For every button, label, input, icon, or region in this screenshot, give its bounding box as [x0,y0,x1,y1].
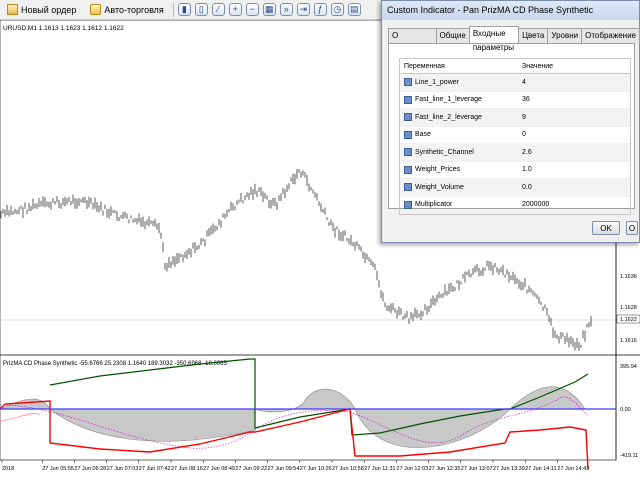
param-value[interactable]: 9 [520,114,630,121]
param-value[interactable]: 1.0 [520,166,630,173]
col-variable-header: Переменная [404,62,445,70]
parameter-icon [404,200,412,209]
param-row[interactable]: Weight_Volume 0.0 [400,179,630,197]
parameter-icon [404,165,412,174]
time-label: 27 Jun 08:49 [203,466,235,472]
param-row[interactable]: Fast_line_2_leverage 9 [400,109,630,127]
auto-trading-button[interactable]: Авто-торговля [85,1,168,19]
parameter-icon [404,95,412,104]
dialog-tabs: О программе Общие Входные параметры Цвет… [388,26,640,54]
params-header: Переменная Значение [400,59,630,74]
time-label: 27 Jun 08:16 [171,466,203,472]
time-label: 27 Jun 10:26 [300,466,332,472]
price-label-3: 1.1622 [620,317,637,323]
time-label: 27 Jun 05:55 [42,466,74,472]
price-label-4: 1.1616 [620,338,637,344]
symbol-label: URUSD,M1 1.1613 1.1623 1.1612 1.1622 [3,25,124,32]
param-value[interactable]: 4 [520,79,630,86]
chart-shift-icon[interactable]: ⇥ [296,3,310,16]
parameter-icon [404,148,412,157]
new-order-label: Новый ордер [21,4,77,15]
templates-icon[interactable]: ▤ [347,3,361,16]
line-chart-icon[interactable]: ∕ [211,3,225,16]
param-value[interactable]: 36 [520,96,630,103]
param-value[interactable]: 2.6 [520,149,630,156]
time-label: 27 Jun 06:28 [74,466,106,472]
new-order-button[interactable]: Новый ордер [2,1,81,19]
indicator-dotted-line [0,396,589,449]
parameter-icon [404,130,412,139]
new-order-icon [7,4,18,15]
indicator-scale-bottom: -419.11 [620,453,638,459]
zoom-out-icon[interactable]: − [245,3,259,16]
auto-trading-icon [90,4,102,15]
params-table: Переменная Значение Line_1_power 4 Fast_li… [399,58,631,215]
param-row[interactable]: Multiplicator 2000000 [400,197,630,214]
tab-colors[interactable]: Цвета [518,28,549,43]
time-label: 27 Jun 13:07 [461,466,493,472]
time-label: 27 Jun 10:58 [332,466,364,472]
parameter-icon [404,78,412,87]
tab-inputs[interactable]: Входные параметры [468,26,520,52]
bar-chart-icon[interactable]: ▮ [177,3,191,16]
dialog-title: Custom Indicator - Pan PrizMA CD Phase S… [382,1,639,20]
time-label: 27 Jun 14:11 [525,466,556,472]
indicator-scale-top: 395.94 [620,364,637,370]
param-row[interactable]: Fast_line_1_leverage 36 [400,92,630,109]
tab-about[interactable]: О программе [388,28,437,54]
param-value[interactable]: 0 [520,131,630,138]
period-clock-icon[interactable]: ◷ [330,3,344,16]
param-name: Base [415,131,431,139]
tab-common[interactable]: Общие [435,28,470,43]
param-name: Weight_Volume [415,183,464,191]
param-name: Weight_Prices [415,166,461,174]
time-axis: 2018 27 Jun 05:55 27 Jun 06:28 27 Jun 07:03… [1,460,589,472]
indicator-pink-line [0,413,41,422]
indicator-histogram-area [0,386,586,448]
price-label-2: 1.1628 [620,305,637,311]
param-name: Line_1_power [415,78,459,86]
ok-button[interactable]: OK [592,221,620,235]
tab-levels[interactable]: Уровни [547,28,583,43]
param-name: Fast_line_2_leverage [415,113,482,121]
indicator-label: PrizMA CD Phase Synthetic -55.6766 25.23… [3,361,227,367]
time-label: 27 Jun 09:54 [268,466,300,472]
param-row[interactable]: Base 0 [400,127,630,144]
time-label: 27 Jun 13:39 [493,466,525,472]
col-value-header: Значение [522,62,554,70]
time-label: 27 Jun 14:43 [557,466,589,472]
time-label: 27 Jun 12:35 [429,466,461,472]
tile-windows-icon[interactable]: ▦ [262,3,276,16]
tab-visualization[interactable]: Отображение [581,28,640,43]
price-label-1: 1.1636 [620,274,637,280]
parameter-icon [404,113,412,122]
time-label: 27 Jun 07:03 [107,466,139,472]
param-value[interactable]: 0.0 [520,184,630,191]
time-label: 27 Jun 11:31 [364,466,395,472]
inputs-panel: Переменная Значение Line_1_power 4 Fast_li… [388,43,635,215]
indicator-scale-zero: 0.00 [620,407,631,413]
time-label: 2018 [2,466,14,472]
param-name: Fast_line_1_leverage [415,96,482,104]
time-label: 27 Jun 12:03 [396,466,428,472]
candle-chart-icon[interactable]: ▯ [194,3,208,16]
param-value[interactable]: 2000000 [520,201,630,208]
param-row[interactable]: Weight_Prices 1.0 [400,162,630,179]
param-row[interactable]: Synthetic_Channel 2.6 [400,144,630,162]
zoom-in-icon[interactable]: + [228,3,242,16]
autoscroll-icon[interactable]: » [279,3,293,16]
parameter-icon [404,183,412,192]
cancel-button[interactable]: O [626,221,638,235]
time-label: 27 Jun 07:42 [139,466,171,472]
indicator-lines [0,358,589,470]
indicators-icon[interactable]: ƒ [313,3,327,16]
time-label: 27 Jun 09:22 [235,466,267,472]
custom-indicator-dialog: Custom Indicator - Pan PrizMA CD Phase S… [381,0,640,243]
param-row[interactable]: Line_1_power 4 [400,74,630,92]
param-name: Synthetic_Channel [415,148,474,156]
auto-trading-label: Авто-торговля [104,4,164,15]
param-name: Multiplicator [415,201,453,209]
toolbar-separator [172,2,174,17]
